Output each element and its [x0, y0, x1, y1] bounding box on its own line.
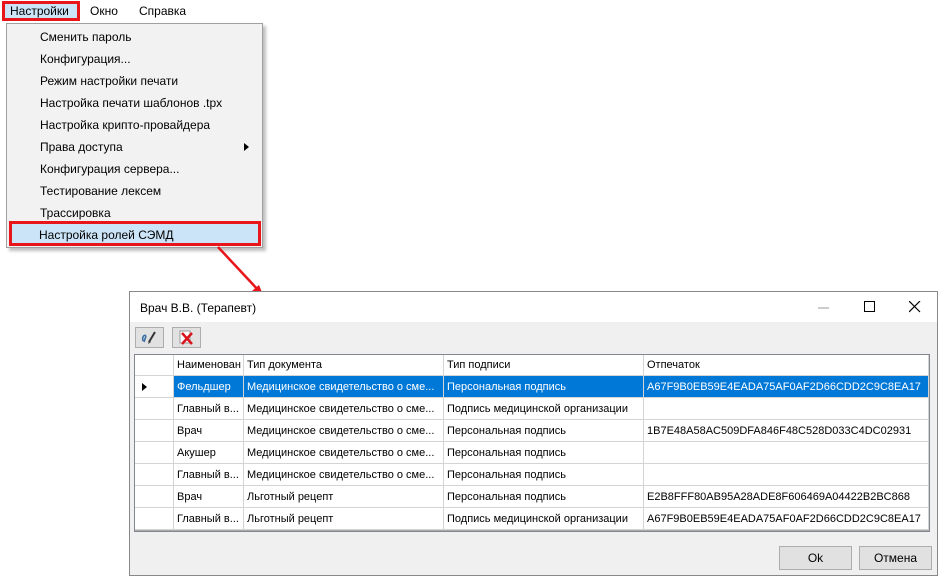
cell-name[interactable]: Главный в...	[174, 398, 244, 420]
menu-settings[interactable]: Настройки	[10, 4, 69, 18]
cell-fingerprint[interactable]: 1B7E48A58AC509DFA846F48C528D033C4DC02931	[644, 420, 929, 442]
close-button[interactable]	[892, 292, 938, 322]
settings-dropdown-menu: Сменить пароль Конфигурация... Режим нас…	[6, 23, 263, 248]
menu-item-lexeme-testing[interactable]: Тестирование лексем	[10, 180, 259, 202]
roles-grid: Наименован Тип документа Тип подписи Отп…	[134, 354, 930, 532]
cell-fingerprint[interactable]: A67F9B0EB59E4EADA75AF0AF2D66CDD2C9C8EA17	[644, 508, 929, 530]
cell-sign-type[interactable]: Персональная подпись	[444, 376, 644, 398]
cell-fingerprint[interactable]: E2B8FFF80AB95A28ADE8F606469A04422B2BC868	[644, 486, 929, 508]
cell-name[interactable]: Главный в...	[174, 464, 244, 486]
cell-fingerprint[interactable]	[644, 442, 929, 464]
row-header[interactable]	[135, 442, 174, 464]
menu-item-label: Настройка печати шаблонов .tpx	[40, 96, 223, 110]
cell-doc-type[interactable]: Медицинское свидетельство о сме...	[244, 376, 444, 398]
maximize-icon	[864, 301, 875, 312]
menu-item-label: Права доступа	[40, 140, 123, 154]
submenu-arrow-icon	[244, 143, 249, 151]
menu-item-label: Конфигурация сервера...	[40, 162, 180, 176]
menu-item-label: Настройка ролей СЭМД	[39, 228, 174, 242]
menu-item-label: Конфигурация...	[40, 52, 131, 66]
menu-item-semd-roles[interactable]: Настройка ролей СЭМД	[9, 221, 261, 246]
minimize-icon	[818, 307, 829, 309]
cell-fingerprint[interactable]	[644, 398, 929, 420]
cell-name[interactable]: Главный в...	[174, 508, 244, 530]
menu-help[interactable]: Справка	[139, 4, 186, 18]
row-header[interactable]	[135, 398, 174, 420]
background-table-row-fragment	[130, 282, 938, 290]
table-row[interactable]: Врач Медицинское свидетельство о сме... …	[135, 420, 929, 442]
dialog-title: Врач В.В. (Терапевт)	[140, 301, 257, 315]
close-icon	[909, 301, 921, 313]
cell-name[interactable]: Акушер	[174, 442, 244, 464]
cell-sign-type[interactable]: Персональная подпись	[444, 420, 644, 442]
table-row[interactable]: Фельдшер Медицинское свидетельство о сме…	[135, 376, 929, 398]
menu-item-label: Режим настройки печати	[40, 74, 179, 88]
table-row[interactable]: Главный в... Льготный рецепт Подпись мед…	[135, 508, 929, 530]
cell-doc-type[interactable]: Льготный рецепт	[244, 508, 444, 530]
cell-doc-type[interactable]: Медицинское свидетельство о сме...	[244, 442, 444, 464]
column-header-name[interactable]: Наименован	[174, 355, 244, 376]
row-header[interactable]	[135, 420, 174, 442]
menu-item-label: Сменить пароль	[40, 30, 132, 44]
table-row[interactable]: Главный в... Медицинское свидетельство о…	[135, 464, 929, 486]
menu-item-access-rights[interactable]: Права доступа	[10, 136, 259, 158]
column-header-fingerprint[interactable]: Отпечаток	[644, 355, 929, 376]
delete-x-icon	[179, 330, 193, 345]
table-row[interactable]: Врач Льготный рецепт Персональная подпис…	[135, 486, 929, 508]
delete-button[interactable]	[172, 327, 201, 348]
menu-item-print-setup-mode[interactable]: Режим настройки печати	[10, 70, 259, 92]
column-header-sign-type[interactable]: Тип подписи	[444, 355, 644, 376]
menu-item-crypto-provider[interactable]: Настройка крипто-провайдера	[10, 114, 259, 136]
semd-roles-dialog: Врач В.В. (Терапевт) Наименован Тип доку…	[129, 291, 938, 576]
cell-doc-type[interactable]: Медицинское свидетельство о сме...	[244, 398, 444, 420]
cell-name[interactable]: Врач	[174, 486, 244, 508]
edit-button[interactable]	[135, 327, 164, 348]
maximize-button[interactable]	[847, 292, 893, 322]
menu-window[interactable]: Окно	[90, 4, 118, 18]
cell-doc-type[interactable]: Медицинское свидетельство о сме...	[244, 464, 444, 486]
menu-item-label: Трассировка	[40, 206, 111, 220]
cell-sign-type[interactable]: Подпись медицинской организации	[444, 398, 644, 420]
dialog-titlebar: Врач В.В. (Терапевт)	[130, 292, 937, 322]
cell-name[interactable]: Врач	[174, 420, 244, 442]
row-header[interactable]	[135, 486, 174, 508]
row-header[interactable]	[135, 508, 174, 530]
menu-item-tpx-print-setup[interactable]: Настройка печати шаблонов .tpx	[10, 92, 259, 114]
row-header[interactable]	[135, 464, 174, 486]
column-header-doc-type[interactable]: Тип документа	[244, 355, 444, 376]
table-row[interactable]: Акушер Медицинское свидетельство о сме..…	[135, 442, 929, 464]
cell-doc-type[interactable]: Льготный рецепт	[244, 486, 444, 508]
cell-name[interactable]: Фельдшер	[174, 376, 244, 398]
menu-item-change-password[interactable]: Сменить пароль	[10, 26, 259, 48]
menu-item-label: Настройка крипто-провайдера	[40, 118, 211, 132]
cell-fingerprint[interactable]: A67F9B0EB59E4EADA75AF0AF2D66CDD2C9C8EA17	[644, 376, 929, 398]
cell-sign-type[interactable]: Персональная подпись	[444, 442, 644, 464]
cancel-button[interactable]: Отмена	[859, 546, 932, 570]
menu-item-label: Тестирование лексем	[40, 184, 162, 198]
edit-pencil-icon	[141, 331, 156, 344]
menu-item-server-config[interactable]: Конфигурация сервера...	[10, 158, 259, 180]
menubar: Настройки Окно Справка	[0, 0, 266, 24]
cell-sign-type[interactable]: Подпись медицинской организации	[444, 508, 644, 530]
row-header[interactable]	[135, 376, 174, 398]
cell-sign-type[interactable]: Персональная подпись	[444, 464, 644, 486]
menu-item-configuration[interactable]: Конфигурация...	[10, 48, 259, 70]
table-row[interactable]: Главный в... Медицинское свидетельство о…	[135, 398, 929, 420]
cell-doc-type[interactable]: Медицинское свидетельство о сме...	[244, 420, 444, 442]
row-pointer-icon	[142, 383, 147, 391]
ok-button[interactable]: Ok	[779, 546, 852, 570]
row-header-corner	[135, 355, 174, 376]
minimize-button[interactable]	[801, 292, 847, 322]
cell-sign-type[interactable]: Персональная подпись	[444, 486, 644, 508]
cell-fingerprint[interactable]	[644, 464, 929, 486]
grid-header: Наименован Тип документа Тип подписи Отп…	[135, 355, 929, 377]
